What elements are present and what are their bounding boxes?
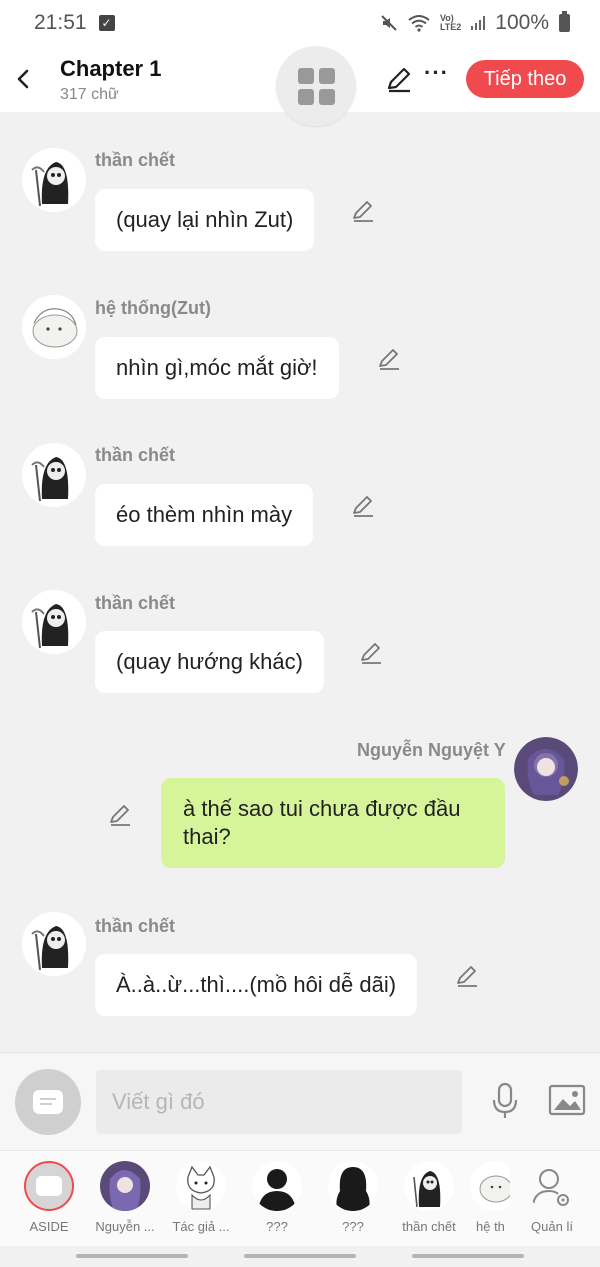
wifi-icon: [408, 15, 430, 32]
character-avatar: [470, 1161, 510, 1211]
lte-icon: Vo) LTE2: [439, 13, 462, 32]
message-bubble[interactable]: (quay lại nhìn Zut): [95, 189, 315, 251]
aside-avatar: [24, 1161, 74, 1211]
word-count: 317 chữ: [60, 86, 119, 103]
message-bubble[interactable]: À..à..ừ...thì....(mồ hôi dễ dãi): [95, 954, 418, 1016]
character-name: ASIDE: [29, 1219, 69, 1234]
character-avatar: [252, 1161, 302, 1211]
avatar-he-thong[interactable]: [22, 295, 86, 359]
avatar-than-chet[interactable]: [22, 912, 86, 976]
edit-message-icon[interactable]: [358, 640, 384, 666]
manage-characters-button[interactable]: Quản lí: [520, 1161, 584, 1234]
character-name: ???: [266, 1219, 288, 1234]
avatar-than-chet[interactable]: [22, 443, 86, 507]
aside-toggle-button[interactable]: [15, 1069, 81, 1135]
character-name: ???: [342, 1219, 364, 1234]
character-name: Nguyễn ...: [95, 1219, 155, 1234]
header: Chapter 1 317 chữ ··· Tiếp theo: [0, 46, 600, 126]
character-avatar: [404, 1161, 454, 1211]
avatar-than-chet[interactable]: [22, 590, 86, 654]
grid-icon: [297, 67, 335, 105]
edit-message-icon[interactable]: [350, 493, 376, 519]
character-than-chet[interactable]: thần chết: [397, 1161, 461, 1234]
character-tac-gia[interactable]: Tác giả ...: [169, 1161, 233, 1234]
mute-icon: [381, 15, 397, 31]
edit-pen-icon[interactable]: [384, 64, 414, 94]
system-nav-bar: [0, 1246, 600, 1267]
edit-message-icon[interactable]: [376, 346, 402, 372]
message-bubble[interactable]: à thế sao tui chưa được đầu thai?: [161, 778, 505, 868]
chat-bubble-icon: [33, 1090, 63, 1114]
sender-name: thần chết: [95, 593, 176, 613]
edit-message-icon[interactable]: [454, 963, 480, 989]
character-avatar: [100, 1161, 150, 1211]
more-options-button[interactable]: ···: [424, 60, 449, 86]
character-name: Tác giả ...: [172, 1219, 230, 1234]
message-input[interactable]: [96, 1070, 462, 1134]
avatar-nguyen-nguyet-y[interactable]: [514, 737, 578, 801]
status-bar: 21:51 ✓ Vo) LTE2 100%: [0, 0, 600, 46]
avatar-than-chet[interactable]: [22, 148, 86, 212]
chat-area[interactable]: thần chết (quay lại nhìn Zut) hệ thống(Z…: [0, 112, 600, 1052]
battery-percent: 100%: [495, 11, 549, 34]
character-name: hệ th: [476, 1219, 505, 1234]
sender-name: Nguyễn Nguyệt Y: [357, 740, 506, 760]
message-bubble[interactable]: éo thèm nhìn mày: [95, 484, 314, 546]
character-unknown-2[interactable]: ???: [321, 1161, 385, 1234]
battery-icon: [559, 11, 570, 32]
character-aside[interactable]: ASIDE: [17, 1161, 81, 1234]
sender-name: thần chết: [95, 150, 176, 170]
character-he-thong[interactable]: hệ th: [470, 1161, 510, 1234]
page-title: Chapter 1: [60, 56, 162, 81]
back-arrow-icon[interactable]: [12, 62, 36, 96]
message-bubble[interactable]: nhìn gì,móc mắt giờ!: [95, 337, 339, 399]
character-avatar: [176, 1161, 226, 1211]
image-upload-icon[interactable]: [548, 1083, 586, 1117]
character-unknown-1[interactable]: ???: [245, 1161, 309, 1234]
character-nguyen[interactable]: Nguyễn ...: [93, 1161, 157, 1234]
status-time: 21:51: [34, 11, 87, 34]
manage-avatar: [527, 1161, 577, 1211]
character-name: Quản lí: [531, 1219, 573, 1234]
sender-name: thần chết: [95, 445, 176, 465]
edit-message-icon[interactable]: [107, 802, 133, 828]
message-bubble[interactable]: (quay hướng khác): [95, 631, 324, 693]
sender-name: hệ thống(Zut): [95, 298, 211, 318]
character-avatar: [328, 1161, 378, 1211]
user-settings-icon: [532, 1169, 569, 1206]
sender-name: thần chết: [95, 916, 176, 936]
next-chapter-button[interactable]: Tiếp theo: [466, 60, 584, 98]
character-bar: ASIDE Nguyễn ... Tác giả ... ??? ??? thầ…: [0, 1150, 600, 1246]
nav-home[interactable]: [244, 1254, 356, 1258]
edit-message-icon[interactable]: [350, 198, 376, 224]
checkbox-notification-icon: ✓: [98, 15, 115, 31]
nav-recents[interactable]: [76, 1254, 188, 1258]
character-name: thần chết: [402, 1219, 456, 1234]
nav-back[interactable]: [412, 1254, 524, 1258]
signal-icon: [471, 16, 486, 30]
microphone-icon[interactable]: [488, 1081, 522, 1121]
composer-bar: [0, 1052, 600, 1150]
